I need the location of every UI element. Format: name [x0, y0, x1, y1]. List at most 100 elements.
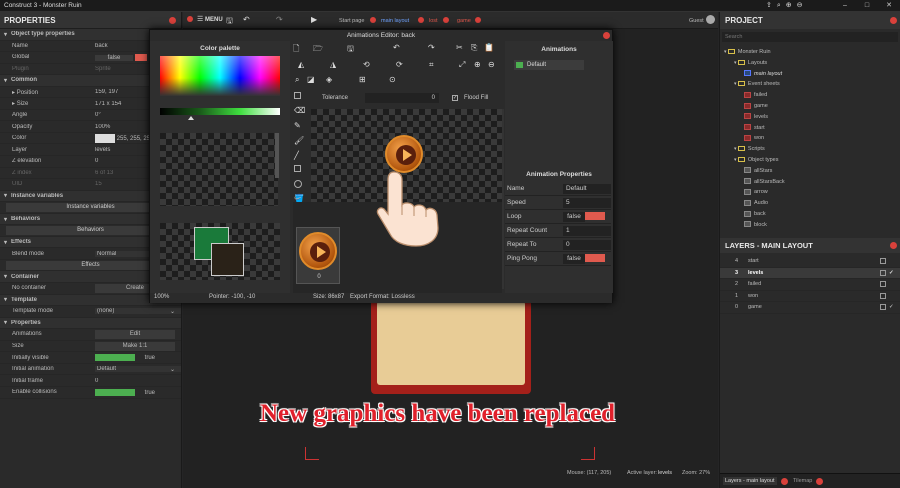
flip-vertical-icon[interactable]: ◮	[330, 60, 336, 69]
property-toggle[interactable]: true	[95, 388, 181, 396]
project-search-input[interactable]: Search	[722, 32, 898, 42]
tab-game[interactable]: game	[457, 18, 471, 24]
flood-fill-checkbox[interactable]: ✓	[452, 95, 458, 101]
search-icon[interactable]: ⌕	[295, 75, 299, 85]
property-toggle[interactable]: true	[95, 354, 181, 361]
flip-horizontal-icon[interactable]: ◭	[298, 60, 304, 69]
tab-close-icon[interactable]	[816, 478, 823, 485]
property-value-button[interactable]: Edit	[95, 329, 175, 339]
property-value[interactable]: 0	[563, 239, 611, 250]
property-value[interactable]: Default	[563, 183, 611, 194]
tab-layers[interactable]: Layers - main layout	[723, 477, 777, 485]
layer-row[interactable]: 4 start	[720, 256, 900, 268]
cut-icon[interactable]: ✂	[456, 43, 463, 52]
crop-icon[interactable]: ⌗	[429, 60, 434, 70]
close-button[interactable]: ✕	[878, 0, 900, 12]
lock-icon[interactable]	[880, 269, 886, 276]
grid-icon[interactable]: ⊞	[359, 75, 366, 84]
tree-item[interactable]: Audio	[724, 198, 898, 209]
section-toggle-icon[interactable]: ▾	[0, 296, 7, 303]
layer-row[interactable]: 1 won	[720, 291, 900, 302]
property-toggle[interactable]: false	[563, 211, 611, 222]
lock-icon[interactable]	[880, 304, 886, 311]
tab-tilemap[interactable]: Tilemap	[793, 478, 812, 484]
tree-item[interactable]: ▾ Event sheets	[724, 79, 898, 90]
play-animation-icon[interactable]: ⊙	[389, 75, 396, 84]
rectangle-select-icon[interactable]	[294, 92, 301, 99]
property-toggle[interactable]: false	[563, 253, 611, 264]
property-value-button[interactable]: Make 1:1	[95, 341, 175, 351]
lock-icon[interactable]	[880, 292, 886, 299]
menu-icon[interactable]: ☰	[197, 15, 203, 23]
tree-item[interactable]: levels	[724, 112, 898, 123]
property-dropdown[interactable]: (none) ⌄	[95, 308, 181, 315]
user-name[interactable]: Guest	[689, 18, 704, 24]
tab-close-icon[interactable]	[418, 17, 424, 23]
panel-close-icon[interactable]	[890, 17, 897, 24]
save-icon[interactable]: 🖫	[226, 15, 233, 29]
tree-item[interactable]: ▾ Object types	[724, 155, 898, 166]
palette-swatches-grid[interactable]	[160, 133, 278, 206]
brush-icon[interactable]: 🖌	[294, 136, 304, 145]
maximize-button[interactable]: □	[856, 0, 878, 12]
copy-icon[interactable]: ⎘	[471, 43, 477, 53]
zoom-in-icon[interactable]: ⊕	[786, 2, 797, 9]
property-section[interactable]: ▾ Properties	[0, 317, 181, 330]
tree-item[interactable]: back	[724, 209, 898, 220]
pencil-icon[interactable]: ✎	[294, 121, 301, 130]
tab-close-icon[interactable]	[443, 17, 449, 23]
open-folder-icon[interactable]: 🗁	[313, 43, 323, 57]
tree-item[interactable]: failed	[724, 90, 898, 101]
lock-icon[interactable]	[880, 281, 886, 288]
minimize-button[interactable]: –	[834, 0, 856, 12]
tab-main-layout[interactable]: main layout	[381, 18, 409, 24]
ellipse-tool-icon[interactable]	[294, 180, 302, 188]
image-point-icon[interactable]: ◪	[307, 75, 315, 84]
tree-item[interactable]: block	[724, 220, 898, 231]
rotate-icon[interactable]: ⟲	[363, 60, 370, 69]
property-value[interactable]: 5	[563, 197, 611, 208]
section-toggle-icon[interactable]: ▾	[0, 319, 7, 326]
user-avatar-icon[interactable]	[706, 15, 715, 24]
layers-icon[interactable]: ◈	[326, 75, 332, 84]
section-toggle-icon[interactable]: ▾	[0, 273, 7, 280]
secondary-color-swatch[interactable]	[211, 243, 244, 276]
section-toggle-icon[interactable]: ▾	[0, 239, 7, 246]
section-toggle-icon[interactable]: ▾	[0, 192, 7, 199]
dialog-close-icon[interactable]	[603, 32, 610, 39]
panel-close-icon[interactable]	[169, 17, 176, 24]
tree-item[interactable]: ▾ Layouts	[724, 58, 898, 69]
palette-scrollbar[interactable]	[275, 133, 279, 178]
rectangle-tool-icon[interactable]	[294, 165, 301, 172]
color-spectrum-picker[interactable]	[160, 56, 280, 96]
undo-icon[interactable]: ↶	[393, 43, 400, 52]
play-icon[interactable]: ▶	[311, 15, 317, 24]
tree-item[interactable]: ▾ Monster Ruin	[724, 47, 898, 58]
color-brightness-slider[interactable]	[160, 108, 280, 115]
menu-button[interactable]: MENU	[205, 17, 223, 23]
tree-item[interactable]: ▾ Scripts	[724, 144, 898, 155]
panel-close-icon[interactable]	[890, 242, 897, 249]
tab-close-dot-icon[interactable]	[187, 16, 193, 22]
zoom-out-icon[interactable]: ⊖	[488, 60, 495, 69]
zoom-in-icon[interactable]: ⊕	[474, 60, 481, 69]
tab-close-icon[interactable]	[781, 478, 788, 485]
frame-thumbnail[interactable]: 0	[296, 227, 340, 284]
section-toggle-icon[interactable]: ▾	[0, 31, 7, 38]
rotate-cw-icon[interactable]: ⟳	[396, 60, 403, 69]
zoom-out-icon[interactable]: ⊖	[797, 2, 808, 9]
redo-icon[interactable]: ↷	[428, 43, 435, 52]
save-icon[interactable]: 🖫	[347, 43, 354, 57]
tree-item[interactable]: allStarsBack	[724, 177, 898, 188]
share-icon[interactable]: ⇪	[766, 2, 777, 9]
layer-row[interactable]: 3 levels ✓	[720, 267, 900, 279]
animation-item-default[interactable]: Default	[514, 60, 584, 70]
tree-item[interactable]: main layout	[724, 69, 898, 80]
eraser-icon[interactable]: ⌫	[294, 106, 305, 115]
layer-row[interactable]: 2 failed	[720, 279, 900, 291]
tolerance-input[interactable]: 0	[365, 93, 439, 103]
search-icon[interactable]: ⌕	[777, 2, 786, 9]
new-file-icon[interactable]: 🗋	[293, 43, 299, 57]
tab-start-page[interactable]: Start page	[339, 18, 364, 24]
tab-lost[interactable]: lost	[429, 18, 438, 24]
